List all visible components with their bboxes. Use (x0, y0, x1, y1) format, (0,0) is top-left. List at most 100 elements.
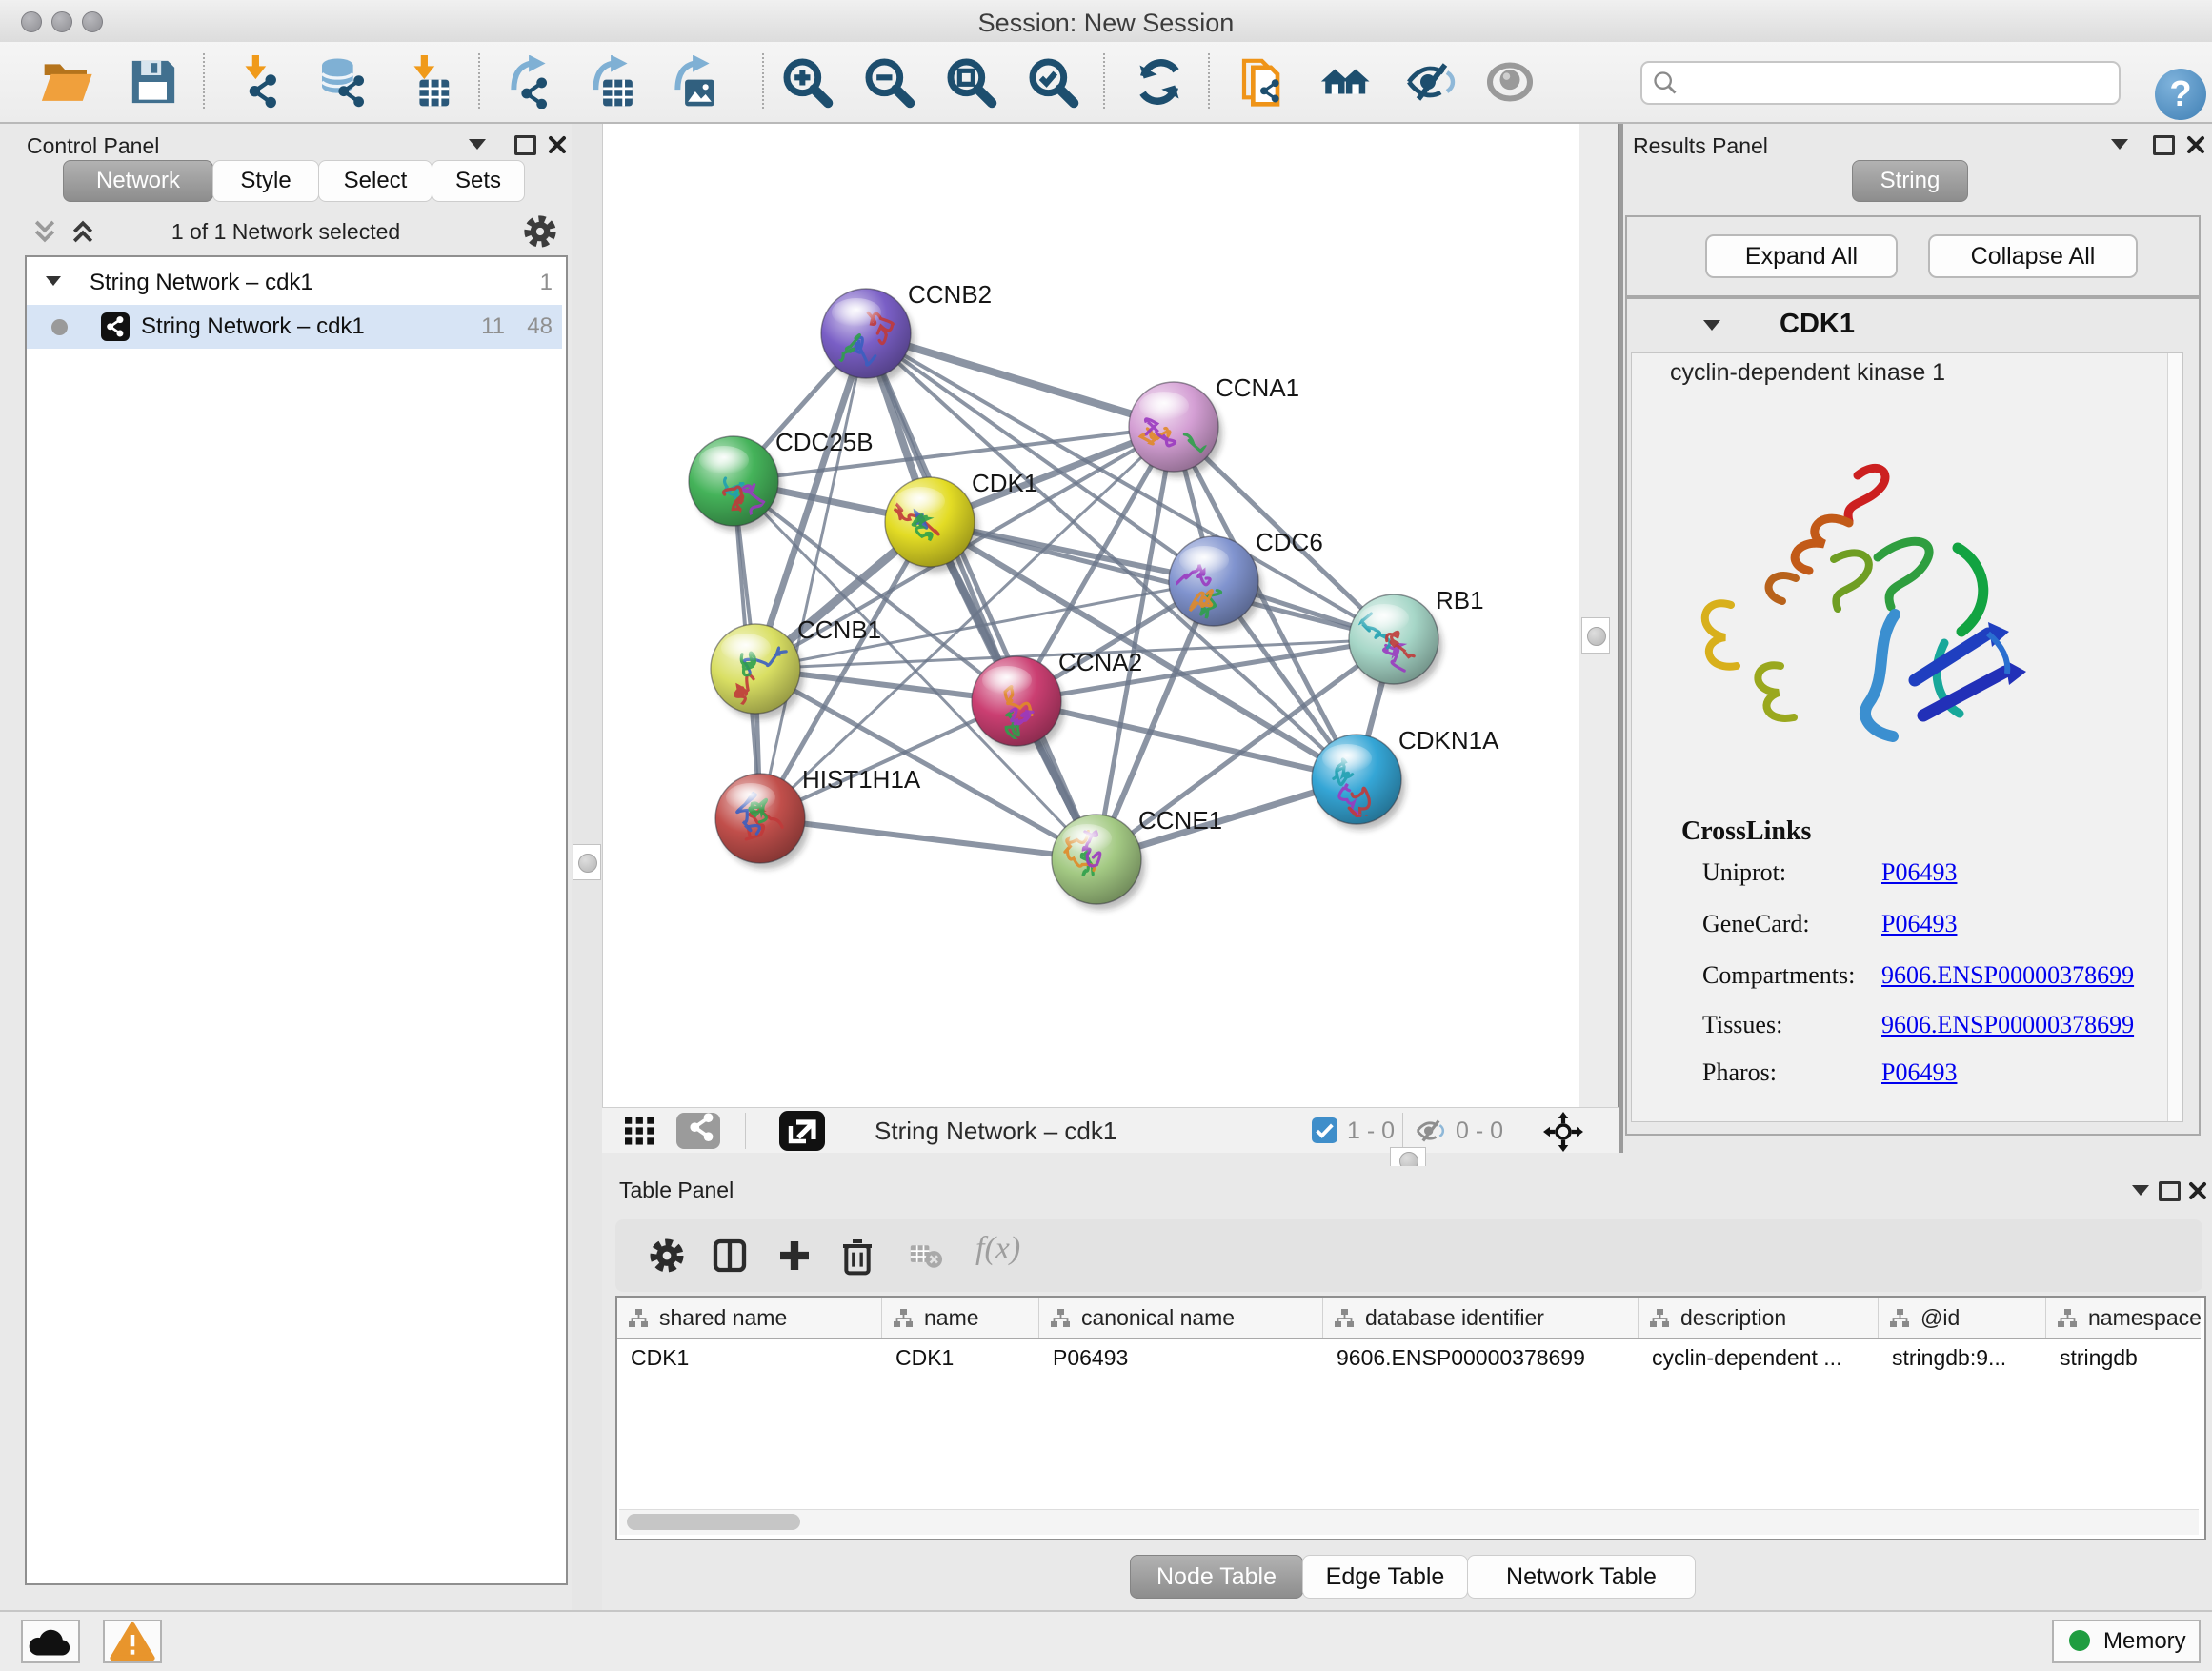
tab-network-table[interactable]: Network Table (1467, 1555, 1696, 1599)
clone-network-icon[interactable] (1237, 55, 1291, 109)
zoom-fit-icon[interactable] (944, 55, 997, 109)
search-box[interactable] (1640, 61, 2121, 105)
table-cell[interactable]: CDK1 (882, 1338, 1038, 1376)
close-panel-icon[interactable] (2185, 134, 2206, 155)
column-header[interactable]: shared name (617, 1298, 882, 1338)
panel-menu-icon[interactable] (469, 139, 486, 150)
results-scrollbar[interactable] (2167, 353, 2182, 1121)
expand-all-button[interactable]: Expand All (1705, 234, 1898, 278)
node-label: CDK1 (972, 469, 1037, 497)
node-label: RB1 (1436, 586, 1484, 614)
zoom-in-icon[interactable] (780, 55, 834, 109)
network-edge[interactable] (760, 333, 866, 818)
export-network-icon[interactable] (505, 55, 558, 109)
network-edge[interactable] (1016, 701, 1357, 779)
open-session-icon[interactable] (40, 55, 93, 109)
splitter-grip[interactable] (1581, 617, 1610, 654)
warning-icon (105, 1621, 160, 1661)
create-column-plus-icon[interactable] (775, 1237, 814, 1275)
column-header[interactable]: description (1639, 1298, 1879, 1338)
tab-node-table[interactable]: Node Table (1130, 1555, 1303, 1599)
tab-select[interactable]: Select (318, 160, 432, 202)
network-node-hist1h1a[interactable]: HIST1H1A (715, 765, 921, 869)
tab-style[interactable]: Style (212, 160, 319, 202)
float-panel-icon[interactable] (2159, 1181, 2181, 1201)
help-button[interactable]: ? (2155, 69, 2206, 120)
scrollbar-thumb[interactable] (627, 1514, 800, 1530)
birds-eye-grid-icon[interactable] (623, 1116, 657, 1146)
table-row[interactable]: CDK1CDK1P064939606.ENSP00000378699cyclin… (617, 1338, 2201, 1376)
tab-string[interactable]: String (1852, 160, 1968, 202)
column-header[interactable]: canonical name (1039, 1298, 1323, 1338)
network-node-ccne1[interactable]: CCNE1 (1052, 806, 1222, 910)
hidden-nodes-edges-count: 0 - 0 (1456, 1117, 1503, 1145)
network-edge[interactable] (760, 818, 1096, 859)
column-header[interactable]: namespace (2046, 1298, 2212, 1338)
crosslink-genecard-link[interactable]: P06493 (1881, 910, 1957, 938)
table-cell[interactable]: 9606.ENSP00000378699 (1323, 1338, 1638, 1376)
table-cell[interactable]: P06493 (1039, 1338, 1322, 1376)
hide-panel-eye-icon[interactable] (1405, 55, 1458, 109)
crosslinks-title: CrossLinks (1681, 816, 1811, 847)
network-node-cdkn1a[interactable]: CDKN1A (1312, 726, 1499, 830)
gene-description: cyclin-dependent kinase 1 (1670, 359, 1945, 387)
column-header[interactable]: @id (1879, 1298, 2046, 1338)
tab-sets[interactable]: Sets (432, 160, 525, 202)
table-horizontal-scrollbar[interactable] (619, 1509, 2199, 1535)
show-columns-icon[interactable] (711, 1237, 749, 1275)
crosslink-uniprot-link[interactable]: P06493 (1881, 858, 1957, 887)
import-table-file-icon[interactable] (401, 55, 454, 109)
table-cell[interactable]: cyclin-dependent ... (1639, 1338, 1878, 1376)
close-panel-icon[interactable] (547, 134, 568, 155)
crosslink-compartments-link[interactable]: 9606.ENSP00000378699 (1881, 961, 2134, 990)
crosslink-pharos-link[interactable]: P06493 (1881, 1058, 1957, 1087)
float-panel-icon[interactable] (2153, 135, 2175, 155)
toolbar-divider (203, 53, 205, 109)
crosslink-tissues-link[interactable]: 9606.ENSP00000378699 (1881, 1011, 2134, 1039)
delete-column-trash-icon[interactable] (838, 1235, 876, 1277)
home-layout-icon[interactable] (1318, 55, 1372, 109)
splitter-grip[interactable] (573, 844, 601, 880)
import-network-file-icon[interactable] (232, 55, 286, 109)
table-cell[interactable]: stringdb (2046, 1338, 2212, 1376)
network-row-selected[interactable]: String Network – cdk1 11 48 (27, 305, 562, 349)
network-overview-toggle[interactable] (676, 1113, 720, 1149)
tab-network[interactable]: Network (63, 160, 213, 202)
tab-edge-table[interactable]: Edge Table (1302, 1555, 1468, 1599)
column-header[interactable]: name (882, 1298, 1039, 1338)
search-input[interactable] (1686, 65, 2109, 99)
save-session-icon[interactable] (127, 55, 180, 109)
table-cell[interactable]: CDK1 (617, 1338, 881, 1376)
table-options-gear-icon[interactable] (648, 1237, 686, 1275)
network-options-gear-icon[interactable] (522, 213, 558, 250)
collection-expand-icon[interactable] (46, 276, 61, 286)
close-panel-icon[interactable] (2187, 1180, 2208, 1201)
export-image-icon[interactable] (669, 55, 722, 109)
column-header[interactable]: database identifier (1323, 1298, 1639, 1338)
show-eye-icon (1483, 55, 1537, 109)
gene-collapse-icon[interactable] (1703, 320, 1720, 331)
left-splitter[interactable] (572, 124, 602, 1610)
collapse-all-button[interactable]: Collapse All (1928, 234, 2138, 278)
import-network-database-icon[interactable] (315, 55, 369, 109)
zoom-out-icon[interactable] (862, 55, 915, 109)
export-table-icon[interactable] (587, 55, 640, 109)
right-splitter[interactable] (1579, 124, 1619, 1107)
zoom-selected-icon[interactable] (1026, 55, 1079, 109)
network-collection-row[interactable]: String Network – cdk1 1 (27, 261, 562, 305)
network-node-rb1[interactable]: RB1 (1349, 586, 1484, 690)
memory-button[interactable]: Memory (2052, 1620, 2201, 1663)
open-in-browser-button[interactable] (779, 1111, 825, 1151)
panel-menu-icon[interactable] (2132, 1185, 2149, 1196)
column-label: @id (1920, 1305, 1960, 1331)
selected-checkbox-icon[interactable] (1312, 1117, 1337, 1143)
warning-status-button[interactable] (103, 1620, 162, 1663)
network-canvas[interactable]: CCNB2CCNA1CDC25BCDK1CDC6RB1CCNB1CCNA2CDK… (602, 124, 1580, 1107)
table-cell[interactable]: stringdb:9... (1879, 1338, 2045, 1376)
refresh-icon[interactable] (1133, 55, 1186, 109)
network-graph[interactable]: CCNB2CCNA1CDC25BCDK1CDC6RB1CCNB1CCNA2CDK… (603, 124, 1580, 1107)
fit-content-crosshair-icon[interactable] (1543, 1112, 1583, 1152)
cloud-status-button[interactable] (21, 1620, 80, 1663)
float-panel-icon[interactable] (514, 135, 536, 155)
panel-menu-icon[interactable] (2111, 139, 2128, 150)
